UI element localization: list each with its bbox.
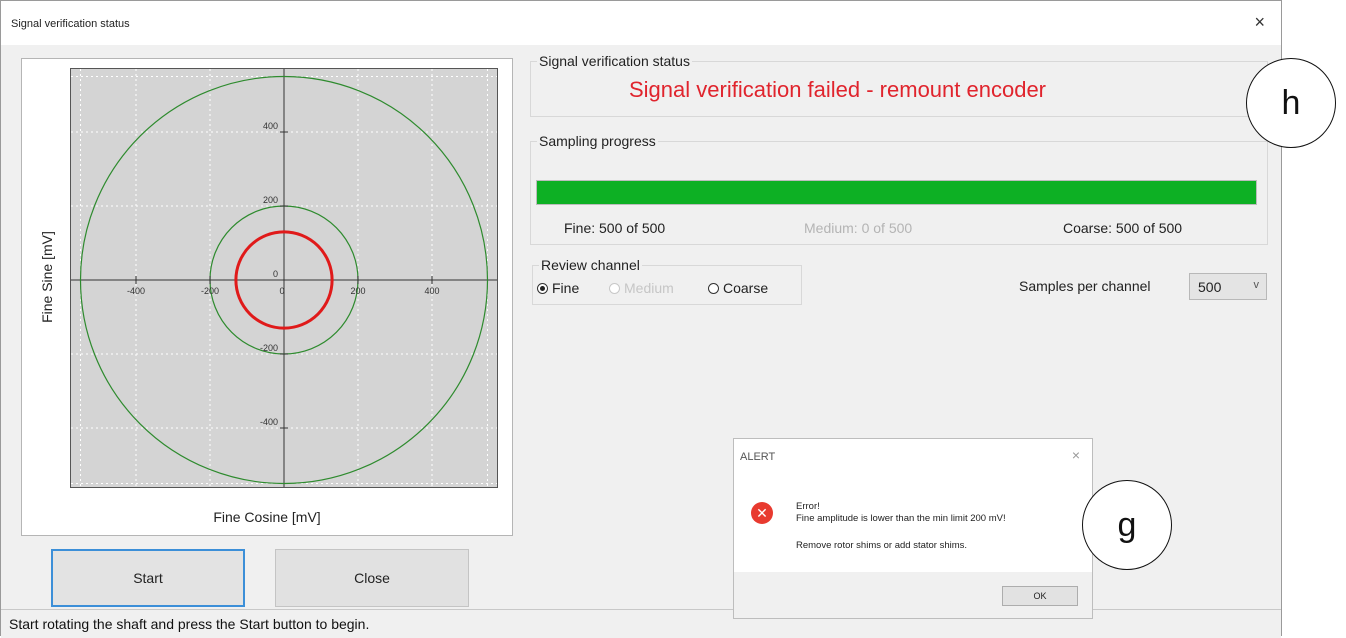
status-bar-text: Start rotating the shaft and press the S… [9,616,370,632]
start-button[interactable]: Start [51,549,245,607]
radio-fine[interactable]: Fine [537,280,579,296]
radio-medium-label: Medium [624,280,674,296]
chevron-down-icon: v [1253,279,1260,291]
y-axis-label: Fine Sine [mV] [39,231,55,323]
y-tick-label: -400 [260,417,278,427]
coarse-sample-count: Coarse: 500 of 500 [1063,220,1183,236]
medium-sample-count: Medium: 0 of 500 [804,220,913,236]
y-tick-label: 0 [273,269,278,279]
radio-coarse-label: Coarse [723,280,769,296]
alert-close-icon[interactable]: × [1072,447,1080,463]
radio-medium: Medium [609,280,674,296]
error-icon: ✕ [751,502,773,524]
alert-title: ALERT [740,451,776,463]
alert-error-message: Fine amplitude is lower than the min lim… [796,513,1006,524]
samples-per-channel-value: 500 [1198,279,1222,295]
y-tick-label: -200 [260,343,278,353]
callout-h: h [1246,58,1336,148]
x-tick-label: 400 [424,286,439,296]
x-axis-label: Fine Cosine [mV] [213,509,321,525]
x-tick-label: -400 [127,286,145,296]
x-tick-label: 200 [350,286,365,296]
sampling-progress-bar [536,180,1257,205]
callout-g: g [1082,480,1172,570]
title-bar: Signal verification status × [1,1,1281,45]
close-button[interactable]: Close [275,549,469,607]
samples-per-channel-label: Samples per channel [1019,278,1151,294]
samples-per-channel-select[interactable]: 500 v [1189,273,1267,300]
radio-fine-dot[interactable] [537,282,548,294]
plot-area: -400 -200 0 200 400 400 200 0 -200 -400 [70,68,498,488]
x-tick-label: -200 [201,286,219,296]
y-tick-label: 200 [263,195,278,205]
verification-failed-message: Signal verification failed - remount enc… [629,77,1047,102]
radio-medium-dot [609,282,620,294]
alert-dialog: ALERT × ✕ Error! Fine amplitude is lower… [733,438,1093,619]
review-channel-legend: Review channel [539,257,642,273]
alert-error-heading: Error! [796,501,820,512]
verification-status-legend: Signal verification status [537,53,692,69]
fine-sample-count: Fine: 500 of 500 [564,220,666,236]
ok-button[interactable]: OK [1002,586,1078,606]
radio-fine-label: Fine [552,280,580,296]
radio-coarse[interactable]: Coarse [708,280,768,296]
window-title: Signal verification status [11,18,130,30]
alert-advice: Remove rotor shims or add stator shims. [796,540,968,551]
x-tick-label: 0 [279,286,284,296]
lissajous-plot-panel: -400 -200 0 200 400 400 200 0 -200 -400 Fine Sine… [21,58,513,536]
y-tick-label: 400 [263,121,278,131]
progress-fill [537,181,1256,204]
window-close-icon[interactable]: × [1254,12,1265,33]
lissajous-chart: -400 -200 0 200 400 400 200 0 -200 -400 [71,69,497,487]
radio-coarse-dot[interactable] [708,282,719,294]
sampling-progress-legend: Sampling progress [537,133,658,149]
